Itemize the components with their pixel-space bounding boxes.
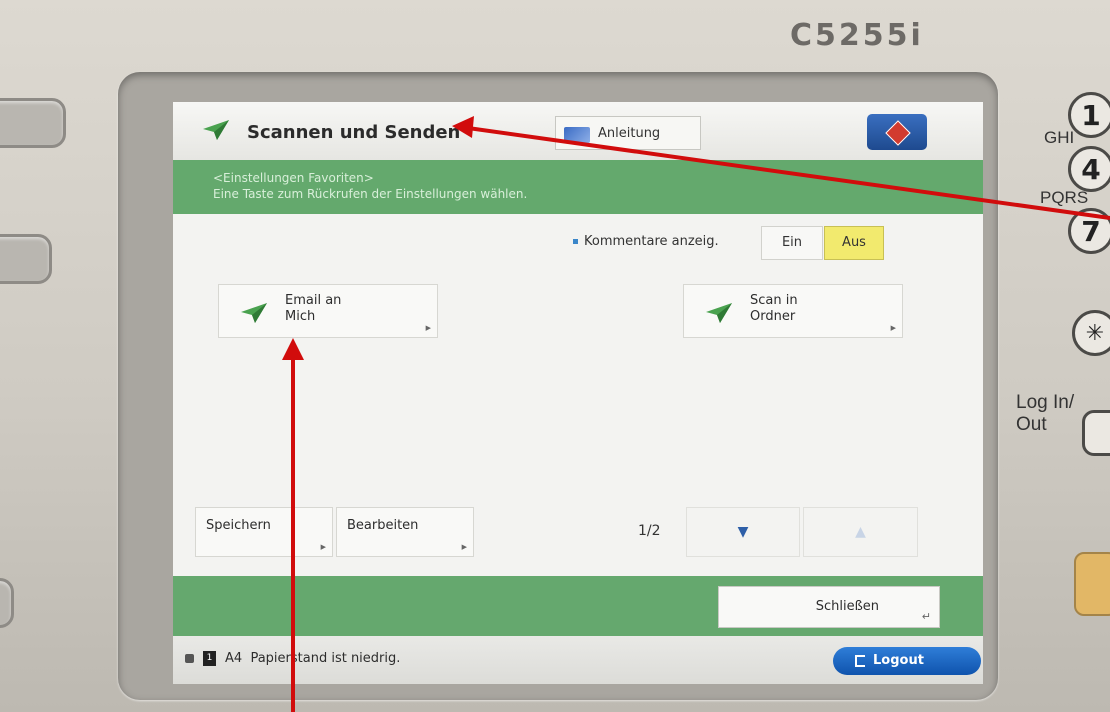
status-message-text: Papierstand ist niedrig. [250, 651, 401, 666]
keypad-key-1[interactable]: 1 [1068, 92, 1110, 138]
title-bar: Scannen und Senden Anleitung [173, 102, 983, 160]
side-button-top[interactable] [0, 98, 66, 148]
paper-plane-icon [706, 303, 732, 323]
keypad-label-pqrs: PQRS [1040, 188, 1089, 207]
guide-button-label: Anleitung [598, 126, 661, 141]
page-title: Scannen und Senden [247, 122, 461, 143]
submenu-arrow-icon: ▶ [461, 543, 467, 551]
paper-tray-icon: 1 [203, 651, 216, 666]
submenu-arrow-icon: ▶ [890, 324, 896, 332]
status-monitor-button[interactable] [867, 114, 927, 150]
banner-line-1: <Einstellungen Favoriten> [213, 171, 374, 185]
save-button[interactable]: Speichern ▶ [195, 507, 333, 557]
return-icon: ↵ [921, 610, 931, 623]
favorite-label: Scan in Ordner [750, 293, 798, 324]
chevron-up-icon: ▲ [855, 524, 866, 540]
keypad-key-star[interactable]: ✳ [1072, 310, 1110, 356]
edit-button-label: Bearbeiten [347, 518, 419, 533]
model-label: C5255i [790, 18, 924, 53]
guide-button[interactable]: Anleitung [555, 116, 701, 150]
keypad-key-4[interactable]: 4 [1068, 146, 1110, 192]
favorite-email-an-mich[interactable]: Email an Mich ▶ [218, 284, 438, 338]
printer-chassis: C5255i 1 GHI 4 PQRS 7 ✳ Log In/ Out Scan… [0, 0, 1110, 712]
chevron-down-icon: ▼ [737, 524, 749, 540]
page-up-button[interactable]: ▲ [803, 507, 918, 557]
favorite-scan-in-ordner[interactable]: Scan in Ordner ▶ [683, 284, 903, 338]
instruction-banner: <Einstellungen Favoriten> Eine Taste zum… [173, 160, 983, 214]
side-button-middle[interactable] [0, 234, 52, 284]
page-indicator: 1/2 [638, 523, 661, 539]
logout-button[interactable]: Logout [833, 647, 981, 675]
comments-off-button[interactable]: Aus [824, 226, 884, 260]
lock-icon [185, 654, 194, 663]
side-button-bottom[interactable] [0, 578, 14, 628]
login-label: Log In/ Out [1016, 392, 1075, 435]
favorite-label: Email an Mich [285, 293, 342, 324]
comments-on-button[interactable]: Ein [761, 226, 823, 260]
keypad-key-7[interactable]: 7 [1068, 208, 1110, 254]
keypad-label-ghi: GHI [1044, 128, 1075, 147]
comments-label-text: Kommentare anzeig. [584, 234, 719, 249]
touch-screen: Scannen und Senden Anleitung <Einstellun… [173, 102, 983, 684]
submenu-arrow-icon: ▶ [425, 324, 431, 332]
paper-size: A4 [225, 651, 243, 666]
submenu-arrow-icon: ▶ [320, 543, 326, 551]
close-button[interactable]: Schließen ↵ [718, 586, 940, 628]
comments-label: Kommentare anzeig. [573, 234, 719, 249]
status-message: A4 Papierstand ist niedrig. [225, 651, 400, 666]
paper-plane-icon [203, 120, 229, 140]
save-button-label: Speichern [206, 518, 271, 533]
status-cube-icon [885, 120, 911, 146]
logout-icon [855, 655, 865, 667]
close-button-label: Schließen [815, 599, 879, 614]
login-out-key[interactable] [1082, 410, 1110, 456]
status-bar: 1 A4 Papierstand ist niedrig. Logout [173, 636, 983, 684]
paper-plane-icon [241, 303, 267, 323]
page-down-button[interactable]: ▼ [686, 507, 800, 557]
edit-button[interactable]: Bearbeiten ▶ [336, 507, 474, 557]
banner-line-2: Eine Taste zum Rückrufen der Einstellung… [213, 187, 528, 201]
bullet-icon [573, 239, 578, 244]
logout-button-label: Logout [873, 653, 924, 668]
book-icon [564, 127, 590, 143]
start-key[interactable] [1074, 552, 1110, 616]
